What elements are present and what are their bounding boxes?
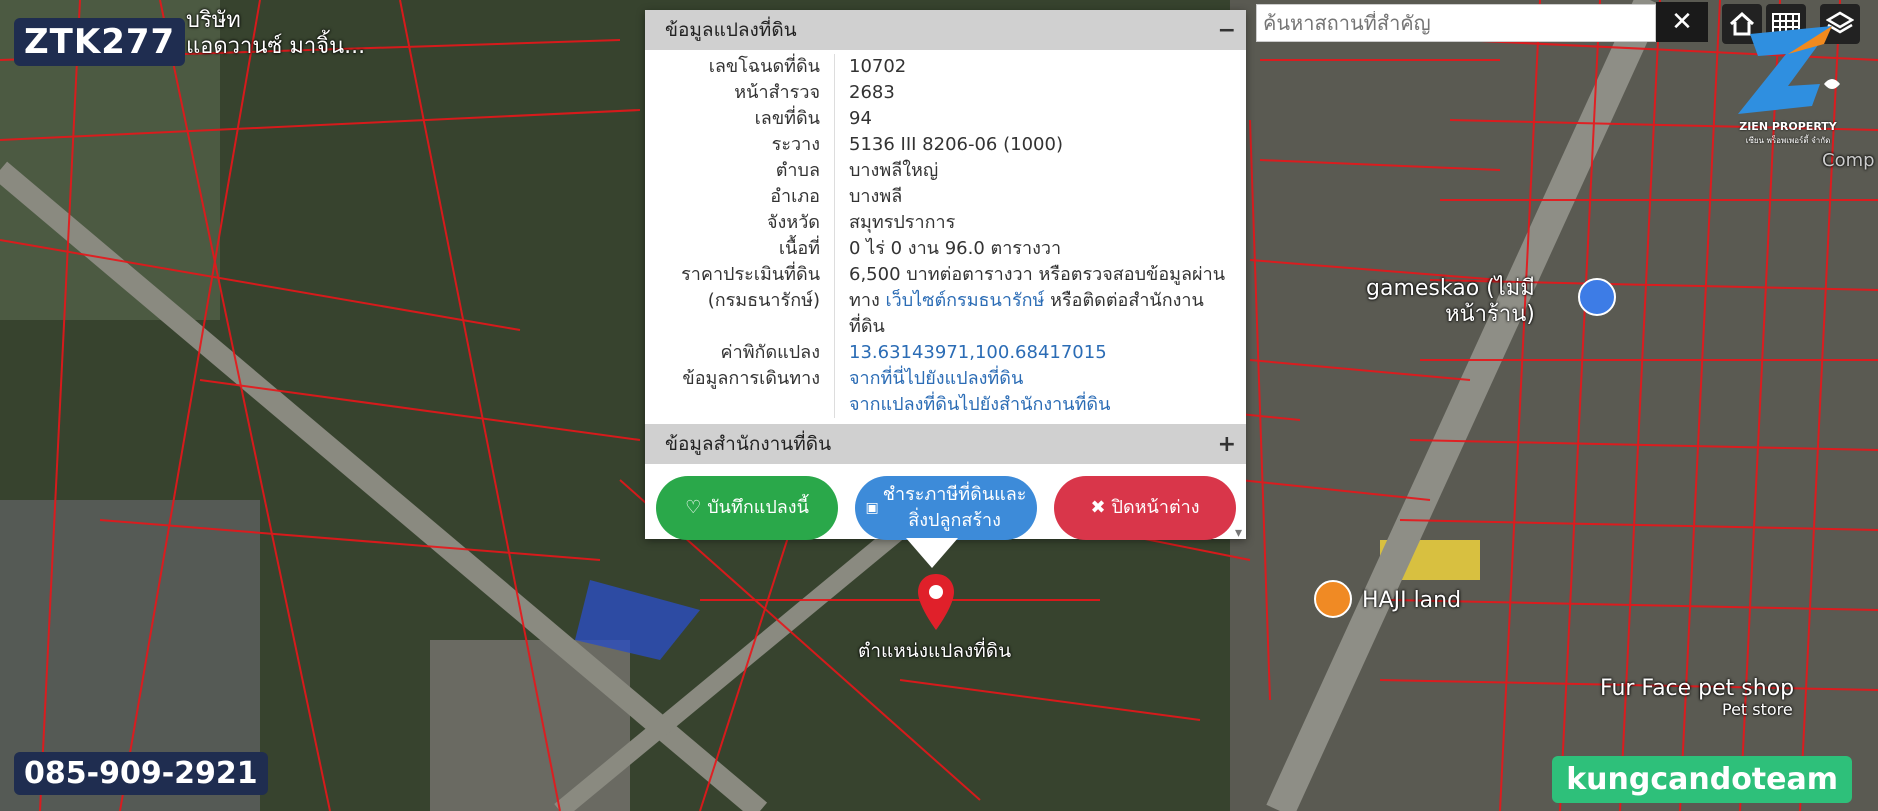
row-label: อำเภอ xyxy=(645,184,835,210)
pay-tax-label: ชำระภาษีที่ดินและ สิ่งปลูกสร้าง xyxy=(882,484,1027,531)
table-row: ตำบล บางพลีใหญ่ xyxy=(645,158,1246,184)
restaurant-marker-icon[interactable] xyxy=(1314,580,1352,618)
land-info-popup: ข้อมูลแปลงที่ดิน − เลขโฉนดที่ดิน 10702 หน… xyxy=(645,10,1246,541)
row-value: 10702 xyxy=(849,56,907,77)
close-window-label: ปิดหน้าต่าง xyxy=(1111,497,1200,518)
search-clear-button[interactable]: ✕ xyxy=(1656,2,1708,42)
save-plot-label: บันทึกแปลงนี้ xyxy=(707,497,809,518)
table-row: หน้าสำรวจ 2683 xyxy=(645,80,1246,106)
popup-pointer xyxy=(906,538,958,568)
table-row: จากแปลงที่ดินไปยังสำนักงานที่ดิน xyxy=(645,392,1246,418)
table-row: (กรมธนารักษ์) ทาง เว็บไซต์กรมธนารักษ์ หรื… xyxy=(645,288,1246,340)
row-label: เลขโฉนดที่ดิน xyxy=(645,54,835,80)
company-logo: ZIEN PROPERTY เซียน พร็อพเพอร์ตี้ จำกัด xyxy=(1728,24,1848,148)
search-box[interactable] xyxy=(1256,4,1656,42)
section-office-info-title: ข้อมูลสำนักงานที่ดิน xyxy=(665,433,832,455)
row-value-pre: ทาง xyxy=(849,290,886,311)
coordinates-link[interactable]: 13.63143971,100.68417015 xyxy=(835,340,1229,366)
scroll-down-icon[interactable]: ▾ xyxy=(1235,525,1242,541)
close-window-button[interactable]: ✖ ปิดหน้าต่าง xyxy=(1054,476,1236,540)
map-label-company: บริษัท แอดวานซ์ มาจิ้น... xyxy=(186,8,366,59)
logo-brand-text: ZIEN PROPERTY xyxy=(1739,120,1837,133)
place-marker-icon[interactable] xyxy=(1578,278,1616,316)
row-value: 2683 xyxy=(849,82,895,103)
heart-icon: ♡ xyxy=(685,497,702,518)
map-label-furface: Fur Face pet shop xyxy=(1600,676,1795,701)
map-label-petstore: Pet store xyxy=(1722,700,1793,719)
directions-to-plot-link[interactable]: จากที่นี่ไปยังแปลงที่ดิน xyxy=(835,366,1229,392)
row-value: บางพลี xyxy=(849,186,903,207)
table-row: ระวาง 5136 III 8206-06 (1000) xyxy=(645,132,1246,158)
expand-icon[interactable]: + xyxy=(1218,432,1236,457)
row-label xyxy=(645,392,835,418)
row-label: ข้อมูลการเดินทาง xyxy=(645,366,835,392)
table-row: อำเภอ บางพลี xyxy=(645,184,1246,210)
row-label: (กรมธนารักษ์) xyxy=(645,288,835,340)
map-label-comp: Comp xyxy=(1822,150,1875,171)
table-row: จังหวัด สมุทรปราการ xyxy=(645,210,1246,236)
table-row: ค่าพิกัดแปลง 13.63143971,100.68417015 xyxy=(645,340,1246,366)
row-label: หน้าสำรวจ xyxy=(645,80,835,106)
row-value: สมุทรปราการ xyxy=(849,212,956,233)
row-value: 6,500 บาทต่อตารางวา หรือตรวจสอบข้อมูลผ่า… xyxy=(849,264,1225,285)
row-value: 94 xyxy=(849,108,872,129)
map-label-haji: HAJI land xyxy=(1362,588,1462,613)
row-value: 5136 III 8206-06 (1000) xyxy=(849,134,1063,155)
team-badge: kungcandoteam xyxy=(1552,756,1852,803)
treasury-website-link[interactable]: เว็บไซต์กรมธนารักษ์ xyxy=(885,290,1044,311)
table-row: ราคาประเมินที่ดิน 6,500 บาทต่อตารางวา หรื… xyxy=(645,262,1246,288)
land-info-table: เลขโฉนดที่ดิน 10702 หน้าสำรวจ 2683 เลขที่ด… xyxy=(645,50,1246,424)
search-input[interactable] xyxy=(1257,11,1655,35)
section-office-info-header[interactable]: ข้อมูลสำนักงานที่ดิน + xyxy=(645,424,1246,464)
table-row: เลขโฉนดที่ดิน 10702 xyxy=(645,54,1246,80)
pay-tax-button[interactable]: ▣ ชำระภาษีที่ดินและ สิ่งปลูกสร้าง xyxy=(855,476,1037,540)
row-label: เนื้อที่ xyxy=(645,236,835,262)
code-badge: ZTK277 xyxy=(14,18,186,66)
table-row: เลขที่ดิน 94 xyxy=(645,106,1246,132)
location-pin-icon[interactable] xyxy=(915,572,957,632)
z-logo-icon xyxy=(1738,26,1840,114)
section-land-info-header[interactable]: ข้อมูลแปลงที่ดิน − xyxy=(645,10,1246,50)
row-label: เลขที่ดิน xyxy=(645,106,835,132)
map-label-gameskao: gameskao (ไม่มี หน้าร้าน) xyxy=(1366,276,1535,327)
qr-code-icon: ▣ xyxy=(865,500,879,516)
table-row: ข้อมูลการเดินทาง จากที่นี่ไปยังแปลงที่ดิน xyxy=(645,366,1246,392)
row-value: 0 ไร่ 0 งาน 96.0 ตารางวา xyxy=(849,238,1062,259)
row-label: จังหวัด xyxy=(645,210,835,236)
row-value: บางพลีใหญ่ xyxy=(849,160,939,181)
row-label: ค่าพิกัดแปลง xyxy=(645,340,835,366)
row-label: ระวาง xyxy=(645,132,835,158)
phone-badge: 085-909-2921 xyxy=(14,752,268,795)
table-row: เนื้อที่ 0 ไร่ 0 งาน 96.0 ตารางวา xyxy=(645,236,1246,262)
directions-to-office-link[interactable]: จากแปลงที่ดินไปยังสำนักงานที่ดิน xyxy=(835,392,1229,418)
pin-label: ตำแหน่งแปลงที่ดิน xyxy=(858,640,1012,662)
row-label: ราคาประเมินที่ดิน xyxy=(645,262,835,288)
logo-sub-text: เซียน พร็อพเพอร์ตี้ จำกัด xyxy=(1745,136,1831,145)
close-icon: ✖ xyxy=(1090,497,1106,518)
section-land-info-title: ข้อมูลแปลงที่ดิน xyxy=(665,19,797,41)
row-label: ตำบล xyxy=(645,158,835,184)
save-plot-button[interactable]: ♡ บันทึกแปลงนี้ xyxy=(656,476,838,540)
row-value: ทาง เว็บไซต์กรมธนารักษ์ หรือติดต่อสำนักง… xyxy=(835,288,1229,340)
popup-actions: ♡ บันทึกแปลงนี้ ▣ ชำระภาษีที่ดินและ สิ่ง… xyxy=(645,464,1246,540)
collapse-icon[interactable]: − xyxy=(1218,18,1236,43)
